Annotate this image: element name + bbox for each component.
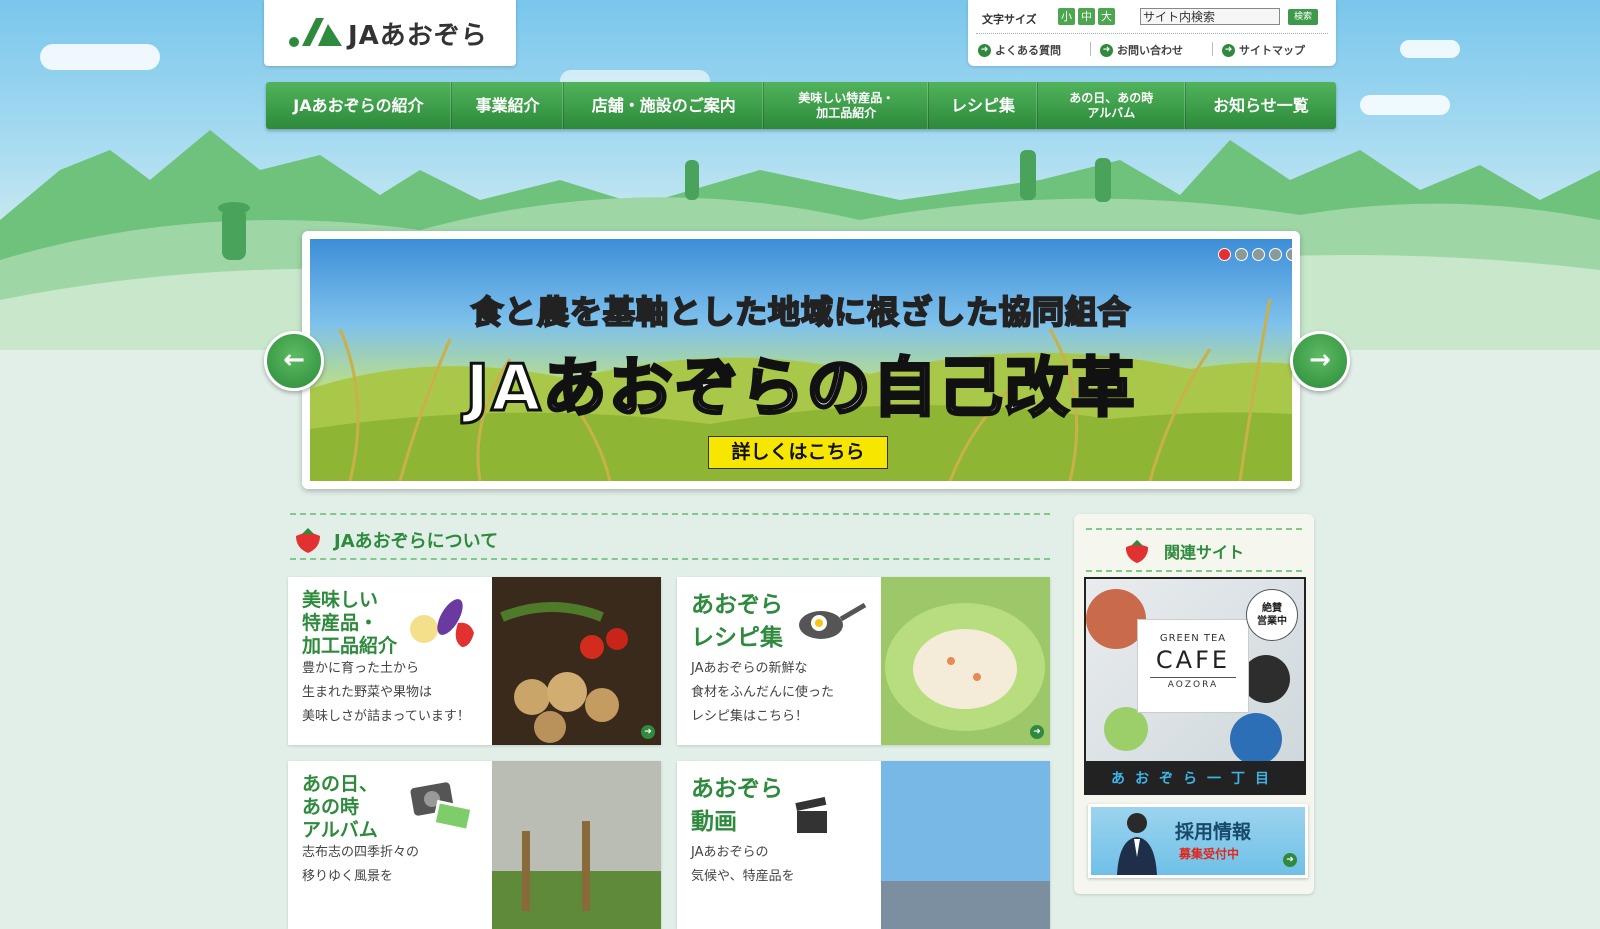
nav-item-album[interactable]: あの日、あの時 アルバム	[1038, 82, 1186, 129]
font-size-large-button[interactable]: 大	[1098, 8, 1115, 25]
strawberry-icon	[296, 528, 320, 553]
about-heading-text: JAあおぞらについて	[334, 531, 499, 552]
cafe-food-photo: GREEN TEA CAFE AOZORA 絶賛 営業中	[1086, 579, 1304, 761]
card-title: あの日、 あの時 アルバム	[302, 773, 379, 841]
global-nav: JAあおぞらの紹介 事業紹介 店舗・施設のご案内 美味しい特産品・ 加工品紹介 …	[266, 82, 1336, 129]
cloud	[40, 44, 160, 70]
utility-divider	[976, 33, 1328, 34]
vegetables-photo	[492, 577, 661, 745]
card-description: 豊かに育った土から 生まれた野菜や果物は 美味しさが詰まっています！	[302, 661, 470, 724]
card-title: 美味しい 特産品・ 加工品紹介	[302, 589, 398, 657]
vegetables-icon	[410, 599, 474, 647]
arrow-right-icon: ➜	[1283, 853, 1297, 867]
arrow-right-icon: ➜	[1100, 43, 1113, 57]
faq-link-label: よくある質問	[995, 44, 1061, 57]
cafe-logo-small: GREEN TEA	[1159, 633, 1227, 644]
potato-salad-photo	[881, 577, 1050, 745]
strawberry-icon	[1125, 539, 1149, 564]
nav-item-stores[interactable]: 店舗・施設のご案内	[564, 82, 765, 129]
landscape-photo	[881, 761, 1050, 929]
recruit-banner[interactable]: 採用情報 募集受付中 ➜	[1088, 804, 1308, 878]
about-section-heading: JAあおぞらについて	[292, 526, 498, 554]
arrow-right-icon: ➜	[978, 43, 991, 57]
card-title: あおぞら レシピ集	[691, 592, 783, 651]
related-sites-sidebar: 関連サイト GREEN TEA CAFE AOZORA 絶賛 営業中 あおぞら一…	[1074, 514, 1314, 894]
card-title: あおぞら 動画	[691, 776, 783, 835]
contact-link-label: お問い合わせ	[1117, 44, 1183, 57]
slider-dot[interactable]	[1269, 248, 1282, 261]
slider-prev-button[interactable]: ←	[264, 331, 324, 391]
recruit-subtitle: 募集受付中	[1179, 847, 1240, 861]
cafe-logo-sub: AOZORA	[1150, 677, 1236, 690]
businessman-illustration	[1117, 813, 1157, 875]
site-logo[interactable]: JAあおぞら	[264, 0, 516, 66]
slider-next-button[interactable]: →	[1290, 331, 1350, 391]
slider-pagination	[1218, 248, 1292, 261]
section-divider	[290, 558, 1050, 560]
font-size-medium-button[interactable]: 中	[1078, 8, 1095, 25]
card-description: 志布志の四季折々の 移りゆく風景を	[302, 845, 420, 884]
cafe-logo-card: GREEN TEA CAFE AOZORA	[1137, 619, 1249, 713]
font-size-small-button[interactable]: 小	[1058, 8, 1075, 25]
cafe-logo-title: CAFE	[1155, 646, 1231, 674]
card-description: JAあおぞらの新鮮な 食材をふんだんに使った レシピ集はこちら！	[691, 661, 835, 724]
hero-headline: 食と農を基軸とした地域に根ざした協同組合	[470, 292, 1131, 332]
arrow-right-icon: ➜	[1222, 43, 1235, 57]
nav-item-recipes[interactable]: レシピ集	[929, 82, 1038, 129]
nav-item-business[interactable]: 事業紹介	[452, 82, 565, 129]
cafe-open-badge: 絶賛 営業中	[1246, 589, 1298, 641]
section-divider	[1086, 528, 1302, 530]
frying-pan-icon	[799, 602, 867, 639]
camera-icon	[410, 782, 474, 831]
link-divider	[1212, 42, 1213, 56]
faq-link[interactable]: ➜ よくある質問	[978, 42, 1061, 58]
link-divider	[1090, 42, 1091, 56]
arrow-right-icon: ➜	[641, 725, 655, 739]
hero-slider: 食と農を基軸とした地域に根ざした協同組合 JAあおぞらの自己改革 詳しくはこちら	[302, 231, 1300, 489]
nav-item-about[interactable]: JAあおぞらの紹介	[266, 82, 452, 129]
related-sites-heading-text: 関連サイト	[1164, 543, 1245, 562]
card-recipes[interactable]: あおぞら レシピ集 JAあおぞらの新鮮な 食材をふんだんに使った レシピ集はこち…	[677, 577, 1050, 745]
contact-link[interactable]: ➜ お問い合わせ	[1100, 42, 1183, 58]
search-button[interactable]: 検索	[1288, 9, 1318, 25]
nav-item-news[interactable]: お知らせ一覧	[1186, 82, 1336, 129]
related-sites-heading: 関連サイト	[1122, 538, 1244, 564]
slider-dot[interactable]	[1252, 248, 1265, 261]
cafe-banner-footer: あおぞら一丁目	[1111, 771, 1279, 787]
card-videos[interactable]: あおぞら 動画 JAあおぞらの 気候や、特産品を	[677, 761, 1050, 929]
hero-title: JAあおぞらの自己改革	[464, 351, 1137, 428]
slider-dot[interactable]	[1286, 248, 1292, 261]
utility-bar: 文字サイズ 小 中 大 検索 ➜ よくある質問 ➜ お問い合わせ ➜ サイトマッ…	[968, 0, 1336, 66]
section-divider	[290, 513, 1050, 515]
sitemap-link[interactable]: ➜ サイトマップ	[1222, 42, 1305, 58]
ja-logo-icon	[289, 18, 342, 47]
card-description: JAあおぞらの 気候や、特産品を	[691, 845, 795, 884]
sitemap-link-label: サイトマップ	[1239, 44, 1305, 57]
hero-slide[interactable]: 食と農を基軸とした地域に根ざした協同組合 JAあおぞらの自己改革 詳しくはこちら	[310, 239, 1292, 481]
recruit-title: 採用情報	[1175, 821, 1252, 843]
font-size-label: 文字サイズ	[982, 13, 1037, 26]
slider-dot[interactable]	[1235, 248, 1248, 261]
hero-details-button[interactable]: 詳しくはこちら	[708, 436, 888, 469]
cloud	[1400, 40, 1460, 58]
logo-text: JAあおぞら	[348, 21, 488, 51]
slider-dot[interactable]	[1218, 248, 1231, 261]
section-divider	[1086, 570, 1302, 572]
card-album[interactable]: あの日、 あの時 アルバム 志布志の四季折々の 移りゆく風景を	[288, 761, 661, 929]
horsetail-photo	[492, 761, 661, 929]
card-products[interactable]: 美味しい 特産品・ 加工品紹介 豊かに育った土から 生まれた野菜や果物は 美味し…	[288, 577, 661, 745]
nav-item-products[interactable]: 美味しい特産品・ 加工品紹介	[764, 82, 930, 129]
arrow-right-icon: ➜	[1030, 725, 1044, 739]
clapperboard-icon	[795, 797, 827, 833]
cafe-banner[interactable]: GREEN TEA CAFE AOZORA 絶賛 営業中 あおぞら一丁目	[1084, 577, 1306, 795]
search-input[interactable]	[1140, 8, 1280, 25]
